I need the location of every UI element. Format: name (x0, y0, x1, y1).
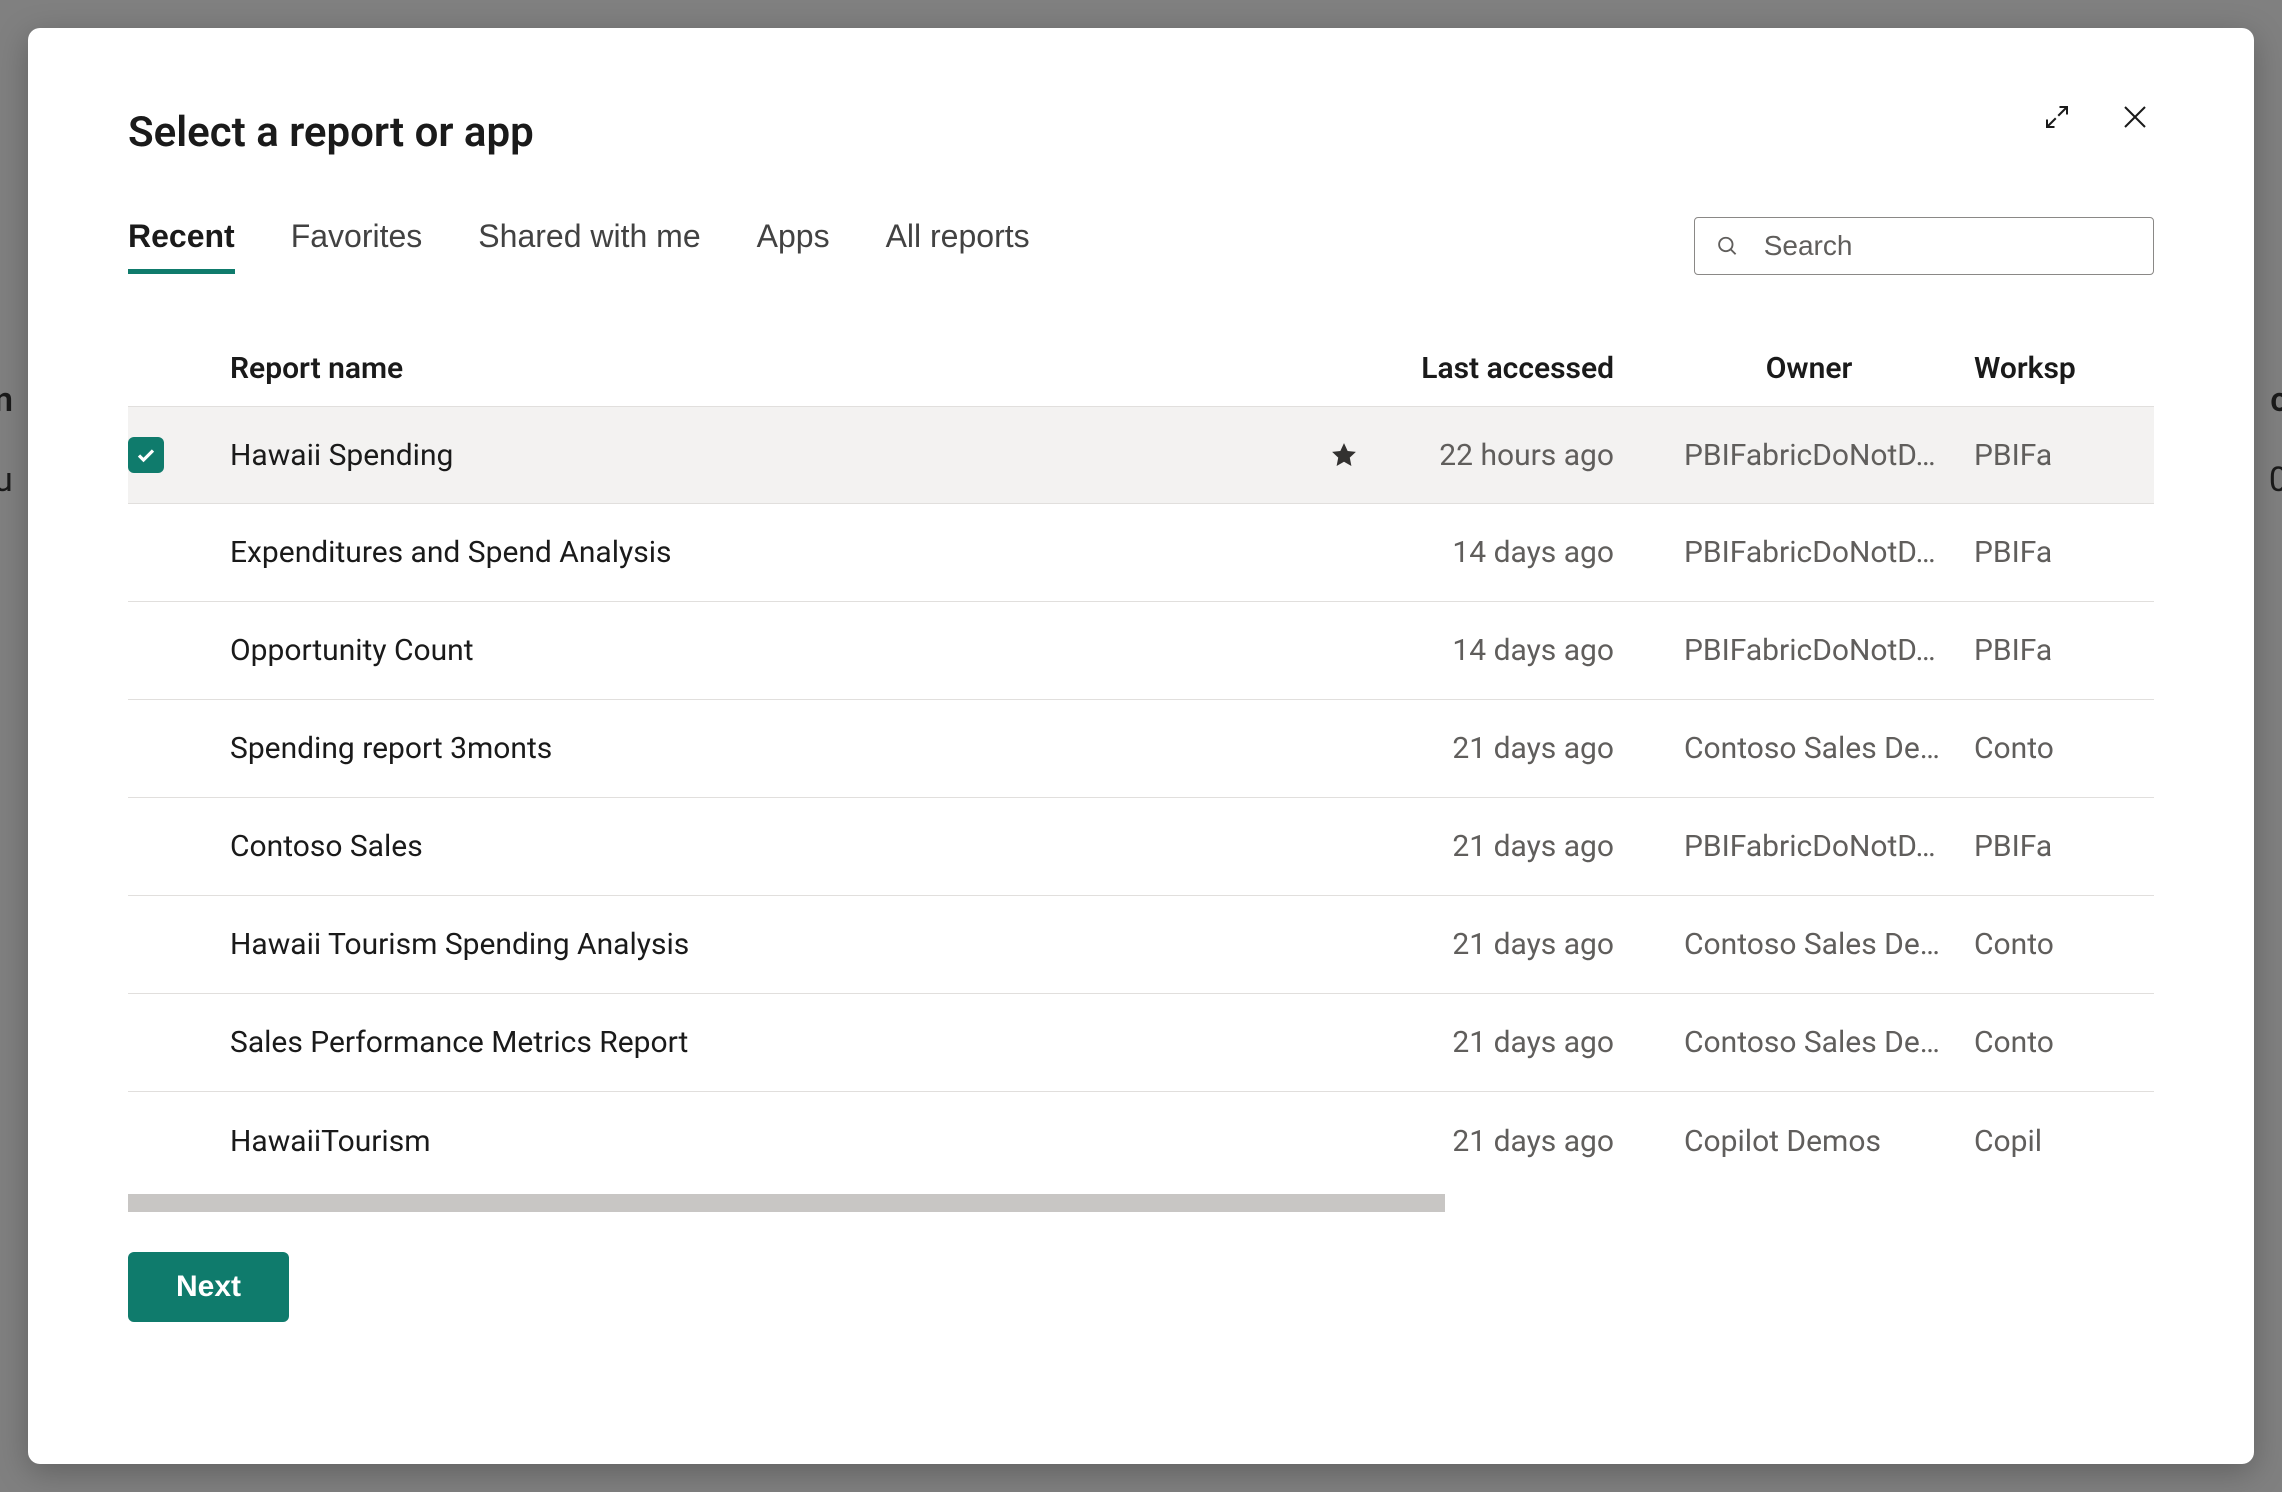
dialog-footer: Next (128, 1252, 2154, 1322)
last-accessed: 14 days ago (1384, 535, 1644, 570)
select-report-dialog: Select a report or app Recent Favorites Sh… (28, 28, 2254, 1464)
workspace: PBIFa (1974, 633, 2154, 668)
table-row[interactable]: Expenditures and Spend Analysis 14 days a… (128, 504, 2154, 602)
horizontal-scrollbar[interactable] (128, 1194, 2154, 1212)
search-input[interactable] (1764, 230, 2133, 262)
report-name: Opportunity Count (208, 633, 1304, 668)
bg-fragment-left-2: u (0, 460, 13, 500)
workspace: PBIFa (1974, 829, 2154, 864)
workspace: PBIFa (1974, 535, 2154, 570)
last-accessed: 21 days ago (1384, 927, 1644, 962)
table-header: Report name Last accessed Owner Worksp (128, 331, 2154, 406)
header-actions (2038, 98, 2154, 136)
tab-apps[interactable]: Apps (757, 218, 830, 274)
report-name: Sales Performance Metrics Report (208, 1025, 1304, 1060)
workspace: Conto (1974, 1025, 2154, 1060)
col-report-name[interactable]: Report name (208, 351, 1304, 386)
bg-fragment-left-1: n (0, 380, 13, 420)
workspace: Conto (1974, 731, 2154, 766)
owner: Contoso Sales De… (1644, 731, 1974, 766)
table-body: Hawaii Spending22 hours agoPBIFabricDoNo… (128, 406, 2154, 1190)
workspace: PBIFa (1974, 438, 2154, 473)
table-row[interactable]: Hawaii Tourism Spending Analysis 21 days … (128, 896, 2154, 994)
tab-favorites[interactable]: Favorites (291, 218, 423, 274)
tab-recent[interactable]: Recent (128, 218, 235, 274)
dialog-header: Select a report or app (128, 108, 2154, 157)
tab-all-reports[interactable]: All reports (886, 218, 1030, 274)
workspace: Conto (1974, 927, 2154, 962)
tab-shared-with-me[interactable]: Shared with me (478, 218, 700, 274)
close-button[interactable] (2116, 98, 2154, 136)
report-name: Contoso Sales (208, 829, 1304, 864)
owner: PBIFabricDoNotD… (1644, 535, 1974, 570)
workspace: Copil (1974, 1124, 2154, 1159)
table-row[interactable]: Sales Performance Metrics Report 21 days … (128, 994, 2154, 1092)
table-row[interactable]: Contoso Sales 21 days agoPBIFabricDoNotD…… (128, 798, 2154, 896)
tabs-row: Recent Favorites Shared with me Apps All rep… (128, 217, 2154, 275)
report-name: Expenditures and Spend Analysis (208, 535, 1304, 570)
last-accessed: 21 days ago (1384, 1124, 1644, 1159)
owner: Contoso Sales De… (1644, 1025, 1974, 1060)
next-button[interactable]: Next (128, 1252, 289, 1322)
table-row[interactable]: HawaiiTourism 21 days agoCopilot DemosCop… (128, 1092, 2154, 1190)
dialog-title: Select a report or app (128, 108, 534, 157)
expand-icon (2042, 102, 2072, 132)
reports-table: Report name Last accessed Owner Worksp H… (128, 331, 2154, 1212)
owner: Contoso Sales De… (1644, 927, 1974, 962)
search-box[interactable] (1694, 217, 2154, 275)
table-row[interactable]: Hawaii Spending 22 hours agoPBIFabricDoNo… (128, 406, 2154, 504)
report-name: Hawaii Spending (208, 438, 1304, 473)
row-checkbox-cell[interactable] (128, 437, 208, 473)
bg-fragment-right-2: 0 (2269, 460, 2282, 500)
col-workspace[interactable]: Worksp (1974, 351, 2154, 386)
owner: PBIFabricDoNotD… (1644, 438, 1974, 473)
owner: Copilot Demos (1644, 1124, 1974, 1159)
owner: PBIFabricDoNotD… (1644, 633, 1974, 668)
table-row[interactable]: Spending report 3monts 21 days agoContoso… (128, 700, 2154, 798)
last-accessed: 14 days ago (1384, 633, 1644, 668)
favorite-cell[interactable] (1304, 440, 1384, 470)
report-name: Hawaii Tourism Spending Analysis (208, 927, 1304, 962)
report-name: Spending report 3monts (208, 731, 1304, 766)
col-owner[interactable]: Owner (1644, 351, 1974, 386)
last-accessed: 21 days ago (1384, 1025, 1644, 1060)
search-icon (1715, 232, 1740, 260)
checkbox-checked-icon[interactable] (128, 437, 164, 473)
close-icon (2120, 102, 2150, 132)
bg-fragment-right-1: c (2270, 380, 2282, 420)
table-row[interactable]: Opportunity Count 14 days agoPBIFabricDoN… (128, 602, 2154, 700)
star-filled-icon (1329, 440, 1359, 470)
col-last-accessed[interactable]: Last accessed (1384, 351, 1644, 386)
scrollbar-thumb[interactable] (128, 1194, 1445, 1212)
last-accessed: 21 days ago (1384, 829, 1644, 864)
tabs: Recent Favorites Shared with me Apps All rep… (128, 218, 1030, 274)
owner: PBIFabricDoNotD… (1644, 829, 1974, 864)
expand-button[interactable] (2038, 98, 2076, 136)
report-name: HawaiiTourism (208, 1124, 1304, 1159)
last-accessed: 21 days ago (1384, 731, 1644, 766)
last-accessed: 22 hours ago (1384, 438, 1644, 473)
